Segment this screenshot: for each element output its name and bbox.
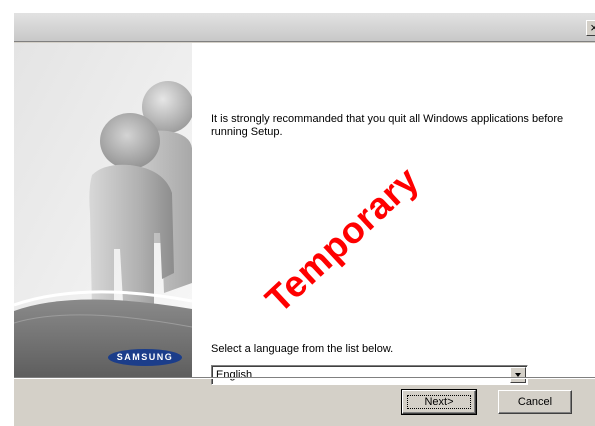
close-icon: × (590, 20, 595, 35)
cancel-button[interactable]: Cancel (498, 390, 572, 414)
side-panel: SAMSUNG (14, 43, 192, 377)
wizard-content: SAMSUNG It is strongly recommanded that … (14, 43, 595, 385)
quit-apps-message: It is strongly recommanded that you quit… (211, 113, 564, 138)
button-separator (14, 377, 595, 379)
close-button[interactable]: × (586, 20, 595, 36)
cancel-button-label: Cancel (517, 396, 553, 408)
setup-dialog: × SAMSUNG It is strongly recommanded tha… (13, 12, 595, 426)
samsung-logo: SAMSUNG (108, 349, 182, 366)
language-label: Select a language from the list below. (211, 343, 394, 355)
people-silhouette-icon (14, 43, 192, 377)
chevron-down-icon[interactable] (510, 367, 526, 383)
next-button-label: Next> (424, 396, 454, 408)
next-button[interactable]: Next> (401, 389, 477, 415)
language-select[interactable]: English (211, 365, 528, 385)
title-bar[interactable]: × (14, 13, 595, 42)
language-select-value: English (216, 369, 253, 381)
temporary-watermark: Temporary (257, 158, 427, 321)
